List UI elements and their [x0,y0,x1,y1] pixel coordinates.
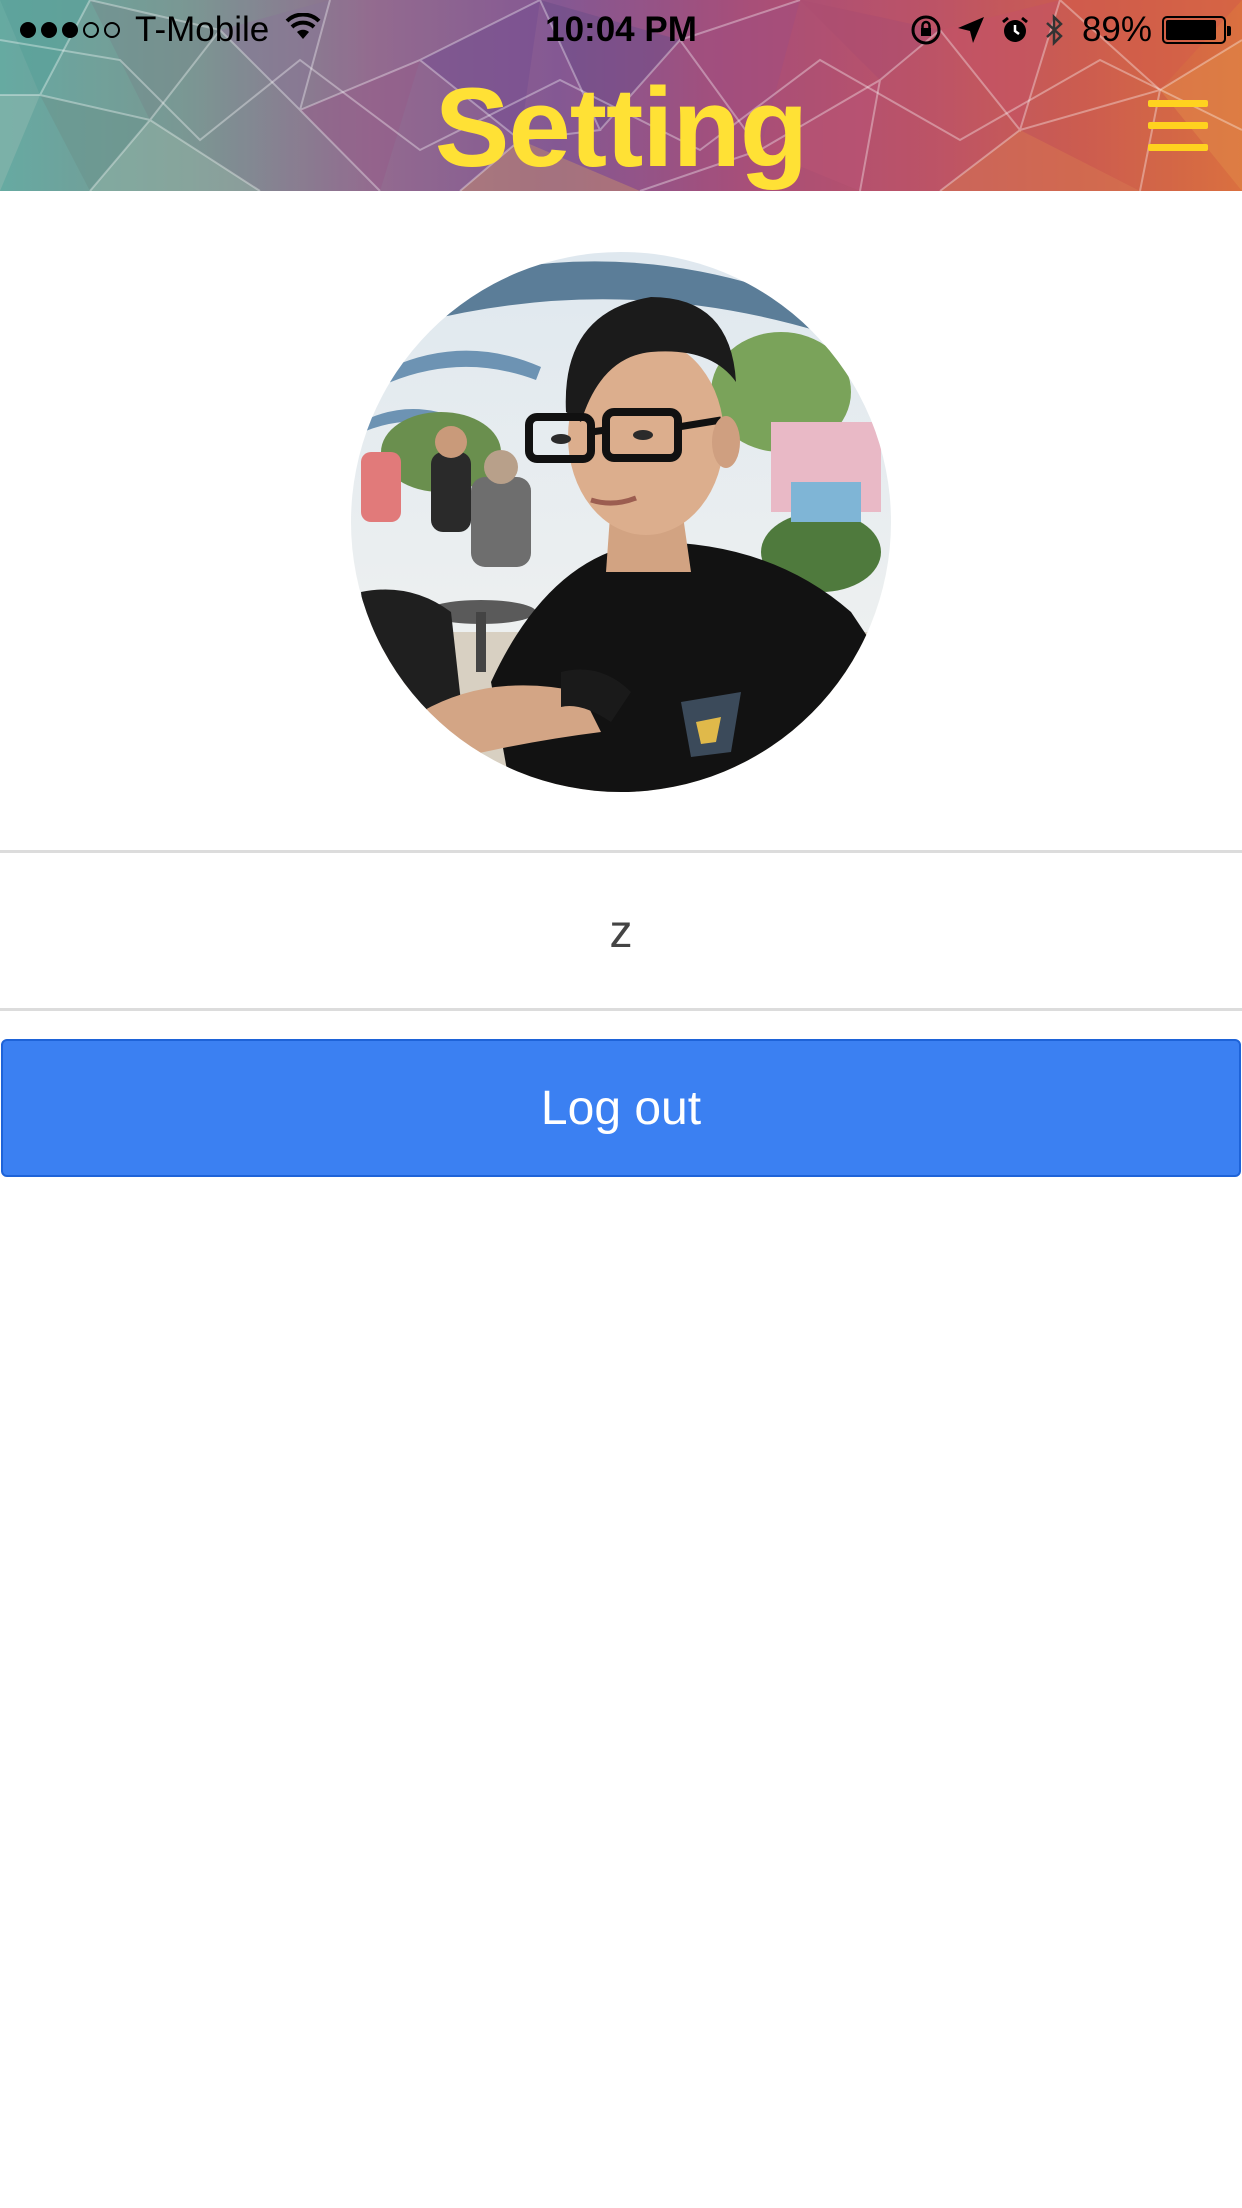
settings-screen: T-Mobile 10:04 PM 89% Setting z Log out [0,0,1242,2208]
alarm-icon [1000,15,1030,45]
divider-top [0,850,1242,853]
bluetooth-icon [1044,14,1066,46]
status-right: 89% [896,10,1231,50]
battery-percentage: 89% [1081,10,1152,49]
battery-level-fill [1166,20,1216,40]
username-text: z [609,905,633,957]
menu-bar-bottom [1148,144,1208,151]
battery-icon [1162,16,1231,44]
menu-bar-middle [1148,122,1208,129]
page-title: Setting [434,65,809,190]
avatar[interactable] [351,252,891,792]
location-arrow-icon [956,15,986,45]
divider-bottom [0,1008,1242,1011]
orientation-lock-icon [910,14,942,46]
battery-cap [1227,26,1231,36]
profile-photo [351,252,891,792]
hamburger-menu-icon[interactable] [1148,100,1212,152]
logout-button[interactable]: Log out [1,1039,1241,1177]
menu-bar-top [1148,100,1208,107]
header: T-Mobile 10:04 PM 89% Setting [0,0,1242,191]
status-bar: T-Mobile 10:04 PM 89% [0,0,1242,60]
